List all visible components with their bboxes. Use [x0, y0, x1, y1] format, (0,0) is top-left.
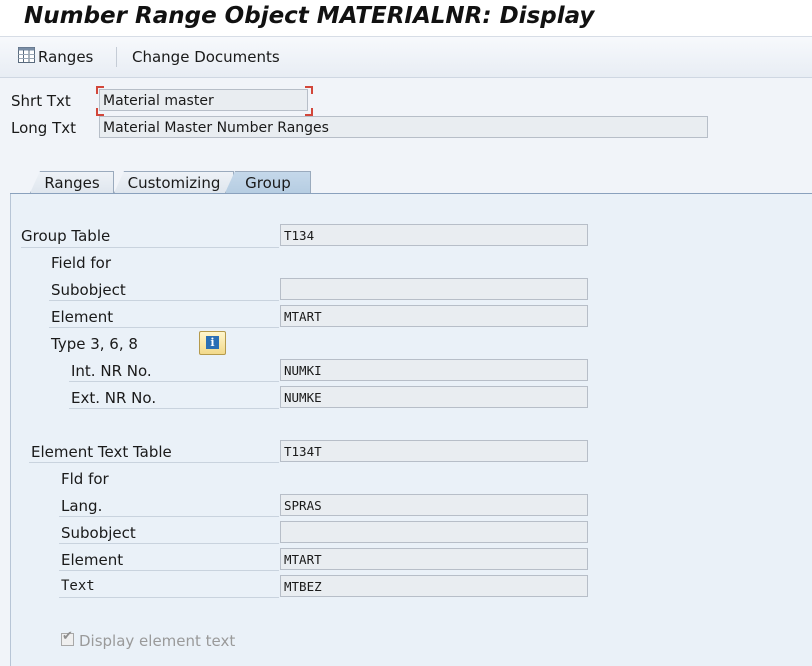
label-underline — [69, 408, 279, 409]
table-icon — [18, 38, 35, 78]
long-text-field[interactable]: Material Master Number Ranges — [99, 116, 708, 138]
toolbar-separator — [116, 47, 117, 67]
label-underline — [21, 247, 279, 248]
application-toolbar: Ranges Change Documents — [0, 37, 812, 78]
focus-corner — [305, 86, 313, 94]
window-title: Number Range Object MATERIALNR: Display — [24, 3, 595, 29]
group-table-field[interactable]: T134 — [280, 224, 588, 246]
display-element-text-label: Display element text — [79, 632, 236, 650]
label-underline — [49, 300, 279, 301]
fld-for-label: Fld for — [61, 470, 109, 488]
text-subobject-label: Subobject — [61, 524, 136, 542]
group-table-label: Group Table — [21, 227, 111, 245]
checkmark-icon: ✔ — [62, 629, 73, 644]
info-icon: i — [206, 336, 219, 349]
label-underline — [49, 327, 279, 328]
field-for-label: Field for — [51, 254, 112, 272]
type-label: Type 3, 6, 8 — [51, 335, 138, 353]
ranges-button-label: Ranges — [38, 48, 94, 66]
element-text-table-label: Element Text Table — [31, 443, 172, 461]
int-nr-label: Int. NR No. — [71, 362, 152, 380]
ext-nr-field[interactable]: NUMKE — [280, 386, 588, 408]
element-label: Element — [51, 308, 114, 326]
ranges-button[interactable]: Ranges — [18, 37, 93, 77]
short-text-label: Shrt Txt — [11, 92, 71, 110]
change-documents-button[interactable]: Change Documents — [132, 37, 280, 77]
label-underline — [59, 516, 279, 517]
subobject-label: Subobject — [51, 281, 126, 299]
tab-ranges[interactable]: Ranges — [30, 171, 114, 193]
label-underline — [29, 462, 279, 463]
int-nr-field[interactable]: NUMKI — [280, 359, 588, 381]
focus-corner — [96, 108, 104, 116]
subobject-field[interactable] — [280, 278, 588, 300]
element-field[interactable]: MTART — [280, 305, 588, 327]
long-text-label: Long Txt — [11, 119, 76, 137]
focus-corner — [96, 86, 104, 94]
element-text-table-field[interactable]: T134T — [280, 440, 588, 462]
text-element-label: Element — [61, 551, 124, 569]
tab-customizing[interactable]: Customizing — [114, 171, 234, 193]
text-label: Text — [61, 578, 95, 594]
info-button[interactable]: i — [199, 331, 226, 355]
title-bar: Number Range Object MATERIALNR: Display — [0, 0, 812, 37]
label-underline — [59, 597, 279, 598]
label-underline — [69, 381, 279, 382]
lang-label: Lang. — [61, 497, 103, 515]
ext-nr-label: Ext. NR No. — [71, 389, 157, 407]
tab-group[interactable]: Group — [225, 171, 311, 193]
label-underline — [59, 570, 279, 571]
text-subobject-field[interactable] — [280, 521, 588, 543]
short-text-field[interactable]: Material master — [99, 89, 308, 111]
label-underline — [59, 543, 279, 544]
text-element-field[interactable]: MTART — [280, 548, 588, 570]
text-field[interactable]: MTBEZ — [280, 575, 588, 597]
focus-corner — [305, 108, 313, 116]
lang-field[interactable]: SPRAS — [280, 494, 588, 516]
